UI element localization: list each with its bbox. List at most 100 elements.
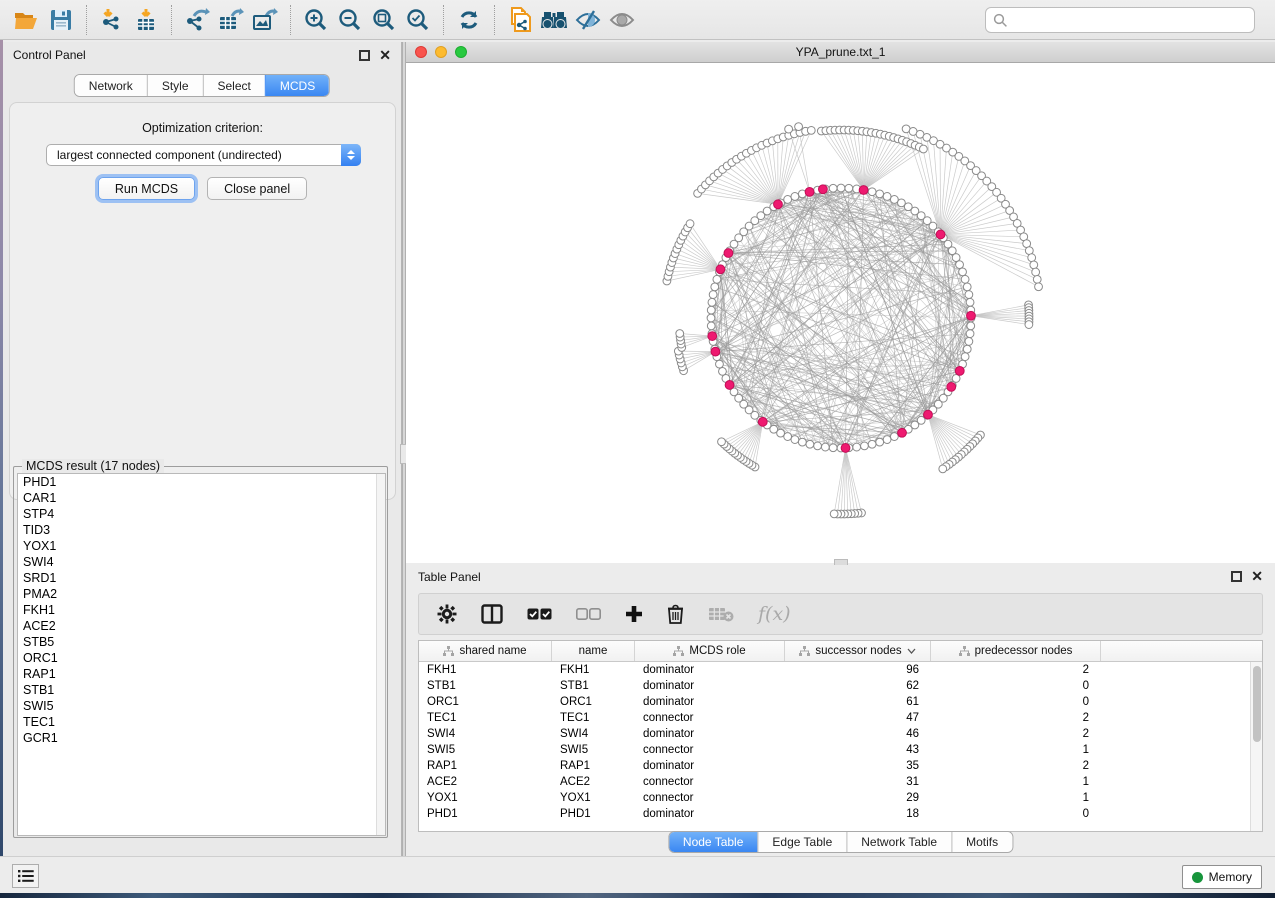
mcds-result-item[interactable]: STB5 [18,634,385,650]
tab-select[interactable]: Select [203,75,265,96]
trash-icon[interactable] [667,604,684,624]
mcds-result-item[interactable]: STP4 [18,506,385,522]
column-header-shared-name[interactable]: shared name [419,641,552,661]
tab-mcds[interactable]: MCDS [265,75,329,96]
mcds-result-item[interactable]: SWI5 [18,698,385,714]
table-row[interactable]: PHD1PHD1dominator180 [419,806,1262,822]
table-row[interactable]: SWI5SWI5connector431 [419,742,1262,758]
tab-network-table[interactable]: Network Table [846,832,951,852]
search-input[interactable] [1008,10,1254,30]
table-row[interactable]: RAP1RAP1dominator352 [419,758,1262,774]
refresh-icon[interactable] [452,4,486,36]
mcds-list-scrollbar[interactable] [376,474,385,835]
tab-motifs[interactable]: Motifs [951,832,1012,852]
network-canvas[interactable] [406,63,1275,563]
mcds-hub-node[interactable] [774,200,783,209]
add-icon[interactable] [625,605,643,623]
mcds-hub-node[interactable] [708,332,717,341]
mcds-hub-node[interactable] [724,249,733,258]
column-header-successor-nodes[interactable]: successor nodes [785,641,931,661]
run-mcds-button[interactable]: Run MCDS [98,177,195,200]
mcds-result-item[interactable]: CAR1 [18,490,385,506]
mcds-result-item[interactable]: YOX1 [18,538,385,554]
deselect-all-icon[interactable] [576,608,601,621]
mcds-hub-node[interactable] [924,410,933,419]
mcds-hub-node[interactable] [819,185,828,194]
mcds-hub-node[interactable] [758,417,767,426]
mcds-hub-node[interactable] [711,347,720,356]
import-table-icon[interactable] [129,4,163,36]
mcds-result-item[interactable]: TID3 [18,522,385,538]
optimization-criterion-select[interactable]: largest connected component (undirected) [46,144,361,166]
table-scrollbar[interactable] [1250,662,1262,831]
mcds-result-item[interactable]: ACE2 [18,618,385,634]
mcds-result-item[interactable]: GCR1 [18,730,385,746]
import-network-icon[interactable] [95,4,129,36]
mcds-result-item[interactable]: STB1 [18,682,385,698]
mcds-result-item[interactable]: FKH1 [18,602,385,618]
save-session-icon[interactable] [44,4,78,36]
mcds-panel-body: Optimization criterion: largest connecte… [9,102,396,500]
mcds-result-item[interactable]: SRD1 [18,570,385,586]
column-header-name[interactable]: name [552,641,635,661]
mcds-hub-node[interactable] [805,187,814,196]
close-panel-icon[interactable]: ✕ [379,50,391,61]
table-row[interactable]: FKH1FKH1dominator962 [419,662,1262,678]
table-row[interactable]: TEC1TEC1connector472 [419,710,1262,726]
network-from-document-icon[interactable] [503,4,537,36]
mcds-result-item[interactable]: TEC1 [18,714,385,730]
mcds-result-item[interactable]: ORC1 [18,650,385,666]
hide-panels-eye-icon[interactable] [571,4,605,36]
column-header-MCDS-role[interactable]: MCDS role [635,641,785,661]
show-panels-eye-icon[interactable] [605,4,639,36]
zoom-fit-icon[interactable] [367,4,401,36]
table-row[interactable]: ACE2ACE2connector311 [419,774,1262,790]
select-all-icon[interactable] [527,608,552,621]
table-row[interactable]: YOX1YOX1connector291 [419,790,1262,806]
float-panel-icon[interactable] [359,50,370,61]
column-header-label: MCDS role [689,645,745,657]
mcds-hub-node[interactable] [716,265,725,274]
task-history-button[interactable] [12,864,39,888]
table-scrollbar-thumb[interactable] [1253,666,1261,742]
table-row[interactable]: STB1STB1dominator620 [419,678,1262,694]
tab-node-table[interactable]: Node Table [669,832,758,852]
tab-edge-table[interactable]: Edge Table [757,832,846,852]
table-row[interactable]: ORC1ORC1dominator610 [419,694,1262,710]
export-network-icon[interactable] [180,4,214,36]
mcds-hub-node[interactable] [725,381,734,390]
search-binoculars-icon[interactable] [537,4,571,36]
tab-style[interactable]: Style [147,75,203,96]
mcds-hub-node[interactable] [955,366,964,375]
mcds-result-item[interactable]: PHD1 [18,474,385,490]
gear-icon[interactable] [437,604,457,624]
zoom-selected-icon[interactable] [401,4,435,36]
tab-network[interactable]: Network [75,75,147,96]
network-graph[interactable] [406,63,1275,563]
zoom-out-icon[interactable] [333,4,367,36]
zoom-in-icon[interactable] [299,4,333,36]
mcds-hub-node[interactable] [936,230,945,239]
float-table-panel-icon[interactable] [1231,571,1242,582]
mcds-hub-node[interactable] [947,382,956,391]
mcds-hub-node[interactable] [859,186,868,195]
close-table-panel-icon[interactable]: ✕ [1251,571,1263,582]
mcds-result-item[interactable]: PMA2 [18,586,385,602]
mcds-result-item[interactable]: RAP1 [18,666,385,682]
column-header-predecessor-nodes[interactable]: predecessor nodes [931,641,1101,661]
memory-button[interactable]: Memory [1182,865,1262,889]
mcds-hub-node[interactable] [898,428,907,437]
mcds-hub-node[interactable] [967,311,976,320]
mcds-result-item[interactable]: SWI4 [18,554,385,570]
toolbar-search-box[interactable] [985,7,1255,33]
export-table-icon[interactable] [214,4,248,36]
open-file-icon[interactable] [10,4,44,36]
cell-mcds_role: connector [635,742,785,758]
close-panel-button[interactable]: Close panel [207,177,307,200]
mcds-hub-node[interactable] [841,444,850,453]
mcds-result-list[interactable]: PHD1CAR1STP4TID3YOX1SWI4SRD1PMA2FKH1ACE2… [17,473,386,836]
table-row[interactable]: SWI4SWI4dominator462 [419,726,1262,742]
cell-successor_nodes: 46 [785,726,931,742]
split-panel-icon[interactable] [481,604,503,624]
export-image-icon[interactable] [248,4,282,36]
